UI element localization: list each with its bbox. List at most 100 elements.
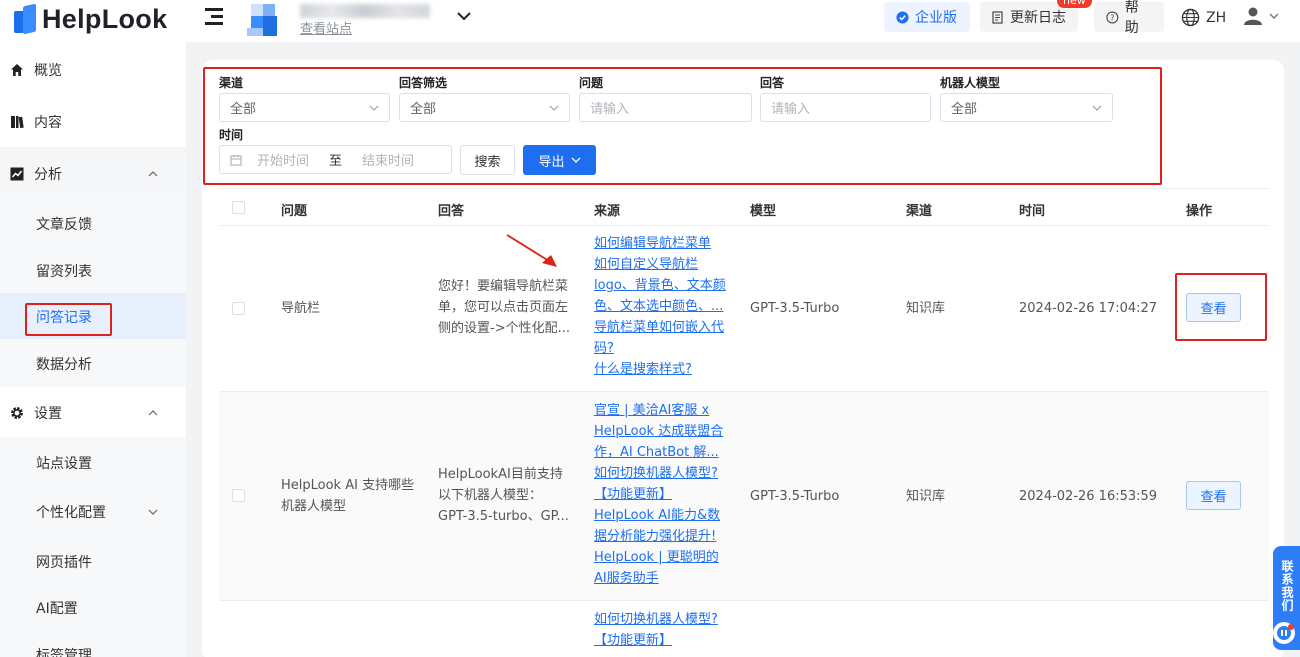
table-row: 导航栏 您好！要编辑导航栏菜 单，您可以点击页面左 侧的设置->个性化配... … — [219, 226, 1269, 392]
new-badge: new — [1057, 0, 1092, 8]
top-bar: HelpLook 查看站点 企业版 更新日志 new ? 帮助 ZH — [0, 0, 1300, 42]
sidebar-item-analysis[interactable]: 分析 — [0, 151, 186, 197]
chart-icon — [10, 167, 24, 181]
annotation-arrow-icon — [506, 234, 557, 267]
chevron-up-icon — [148, 171, 158, 177]
source-link[interactable]: 【功能更新】 — [594, 630, 718, 651]
sidebar-item-label: 标签管理 — [36, 648, 92, 657]
source-link[interactable]: 作，AI ChatBot 解... — [594, 442, 723, 463]
source-link[interactable]: 如何切换机器人模型? — [594, 609, 718, 630]
svg-text:?: ? — [1110, 12, 1114, 22]
globe-icon — [1181, 8, 1200, 27]
sidebar-item-label: AI配置 — [36, 601, 78, 617]
sidebar-item-article-feedback[interactable]: 文章反馈 — [0, 201, 186, 247]
channel-cell: 知识库 — [906, 489, 946, 504]
question-line: HelpLook AI 支持哪些 — [281, 478, 415, 493]
answer-line: 以下机器人模型： — [438, 488, 543, 503]
view-site-link[interactable]: 查看站点 — [300, 18, 352, 37]
sidebar-item-content[interactable]: 内容 — [0, 99, 186, 145]
model-cell: GPT-3.5-Turbo — [750, 301, 840, 316]
model-cell: GPT-3.5-Turbo — [750, 489, 840, 504]
sidebar-item-label: 网页插件 — [36, 555, 92, 571]
sidebar-item-label: 留资列表 — [36, 264, 92, 280]
document-icon — [992, 10, 1003, 24]
site-name-blurred — [300, 4, 430, 18]
sidebar-item-data-analysis[interactable]: 数据分析 — [0, 341, 186, 387]
sidebar-item-label: 设置 — [34, 406, 62, 422]
answer-cell: 您好！要编辑导航栏菜 单，您可以点击页面左 侧的设置->个性化配... — [438, 276, 570, 339]
sidebar-item-label: 分析 — [34, 167, 62, 183]
source-link[interactable]: AI服务助手 — [594, 568, 723, 589]
source-link[interactable]: HelpLook 达成联盟合 — [594, 421, 723, 442]
annotation-box-view-button — [1175, 273, 1267, 341]
source-link[interactable]: 色、文本选中颜色、... — [594, 296, 726, 317]
sidebar-item-tag-management[interactable]: 标签管理 — [0, 632, 186, 657]
chevron-up-icon — [148, 410, 158, 416]
answer-line: GPT-3.5-turbo、GP... — [438, 509, 569, 524]
helplook-logo[interactable]: HelpLook — [14, 3, 167, 35]
chat-bubble-icon — [1273, 622, 1295, 644]
row-checkbox[interactable] — [232, 302, 245, 315]
view-button[interactable]: 查看 — [1186, 481, 1241, 510]
annotation-box-filters — [203, 67, 1162, 185]
source-link[interactable]: HelpLook AI能力&数 — [594, 505, 723, 526]
source-link[interactable]: 什么是搜索样式? — [594, 359, 726, 380]
sidebar-item-ai-config[interactable]: AI配置 — [0, 585, 186, 631]
column-header-model: 模型 — [750, 204, 777, 219]
chevron-down-icon[interactable] — [456, 8, 472, 24]
sidebar-item-label: 站点设置 — [36, 456, 92, 472]
column-header-channel: 渠道 — [906, 204, 933, 219]
check-badge-icon — [896, 10, 909, 24]
source-link[interactable]: 【功能更新】 — [594, 484, 723, 505]
site-avatar[interactable] — [247, 2, 283, 36]
help-button[interactable]: ? 帮助 — [1094, 0, 1164, 36]
table-header: 问题 回答 来源 模型 渠道 时间 操作 — [219, 188, 1269, 226]
sidebar-item-label: 数据分析 — [36, 357, 92, 373]
book-icon — [11, 116, 24, 129]
answer-cell: HelpLookAI目前支持 以下机器人模型： GPT-3.5-turbo、GP… — [438, 464, 569, 527]
logo-icon — [14, 3, 36, 35]
question-circle-icon: ? — [1106, 11, 1119, 23]
column-header-answer: 回答 — [438, 204, 465, 219]
source-link[interactable]: 如何编辑导航栏菜单 — [594, 233, 726, 254]
source-cell: 如何切换机器人模型? 【功能更新】 — [594, 609, 718, 651]
contact-us-label: 联系我们 — [1280, 560, 1294, 612]
user-menu[interactable] — [1243, 6, 1280, 26]
sidebar-item-leads-list[interactable]: 留资列表 — [0, 248, 186, 294]
source-link[interactable]: logo、背景色、文本颜 — [594, 275, 726, 296]
chevron-down-icon — [1269, 13, 1279, 19]
answer-line: HelpLookAI目前支持 — [438, 467, 563, 482]
contact-us-float-button[interactable]: 联系我们 — [1273, 546, 1300, 650]
view-button-label: 查看 — [1200, 490, 1227, 505]
sidebar-item-settings[interactable]: 设置 — [0, 390, 186, 436]
sidebar-item-overview[interactable]: 概览 — [0, 47, 186, 93]
enterprise-label: 企业版 — [915, 10, 957, 26]
table-row: HelpLook AI 支持哪些 机器人模型 HelpLookAI目前支持 以下… — [219, 392, 1269, 601]
source-link[interactable]: 据分析能力强化提升! — [594, 526, 723, 547]
time-cell: 2024-02-26 17:04:27 — [1019, 301, 1158, 316]
question-line: 机器人模型 — [281, 499, 347, 514]
source-link[interactable]: 导航栏菜单如何嵌入代 — [594, 317, 726, 338]
sidebar-item-label: 文章反馈 — [36, 217, 92, 233]
row-checkbox[interactable] — [232, 489, 245, 502]
sidebar-item-web-plugin[interactable]: 网页插件 — [0, 539, 186, 585]
user-icon — [1244, 7, 1262, 25]
table-row: 如何切换机器人模型? 【功能更新】 — [219, 601, 1269, 657]
source-link[interactable]: 码? — [594, 338, 726, 359]
sidebar: 概览 内容 分析 文章反馈 留资列表 问答记录 数据分析 设置 站点设置 个性化… — [0, 42, 186, 657]
language-label: ZH — [1206, 9, 1227, 26]
sidebar-item-personalization[interactable]: 个性化配置 — [0, 489, 186, 535]
enterprise-button[interactable]: 企业版 — [884, 2, 970, 32]
select-all-checkbox[interactable] — [232, 201, 245, 214]
gear-icon — [11, 407, 23, 419]
source-link[interactable]: 官宣 | 美洽AI客服 x — [594, 400, 723, 421]
logo-text: HelpLook — [42, 3, 168, 34]
source-link[interactable]: 如何切换机器人模型? — [594, 463, 723, 484]
menu-toggle-icon[interactable] — [205, 8, 227, 26]
source-link[interactable]: HelpLook | 更聪明的 — [594, 547, 723, 568]
source-link[interactable]: 如何自定义导航栏 — [594, 254, 726, 275]
language-switcher[interactable]: ZH — [1181, 8, 1226, 27]
sidebar-item-label: 个性化配置 — [36, 505, 106, 521]
chevron-down-icon — [148, 509, 158, 515]
sidebar-item-site-settings[interactable]: 站点设置 — [0, 440, 186, 486]
